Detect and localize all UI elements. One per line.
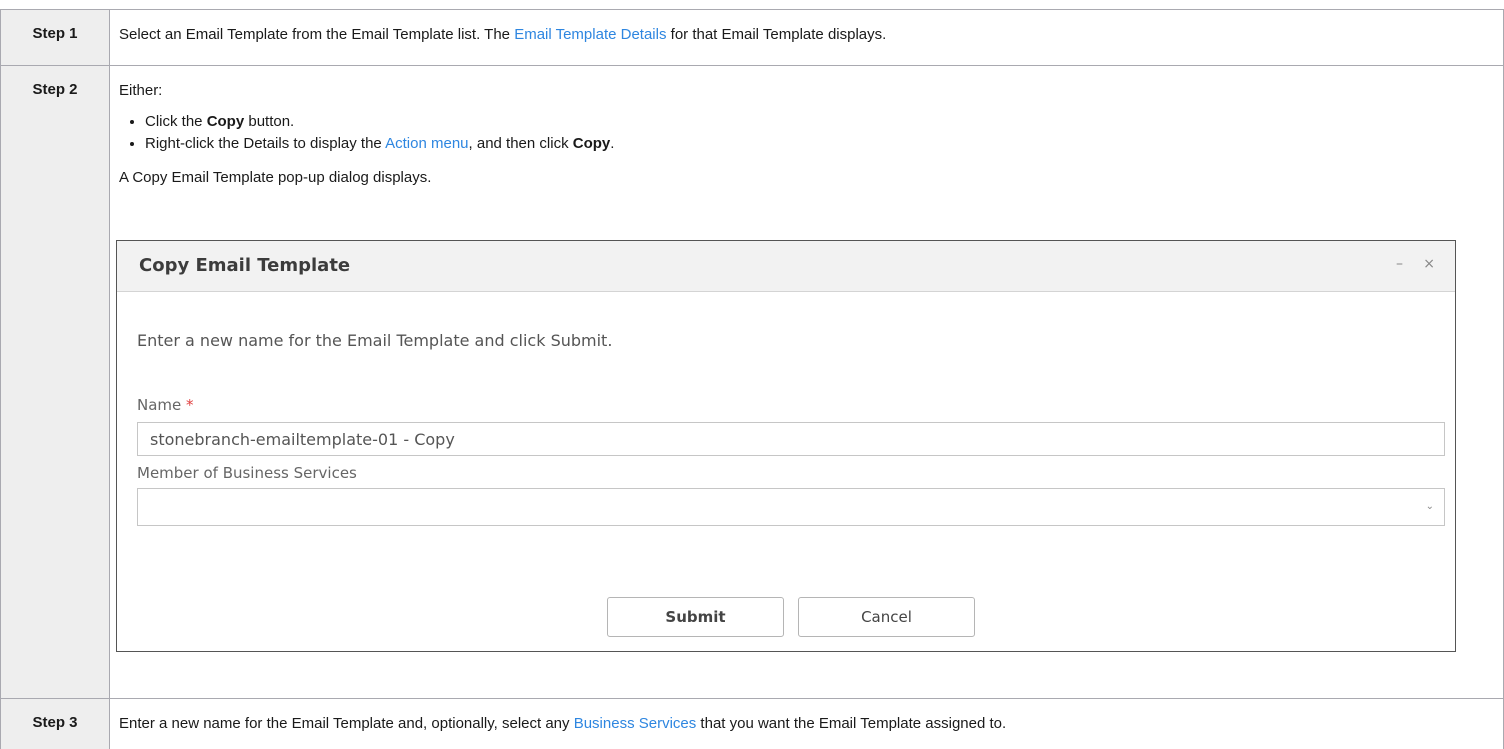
text: , and then click xyxy=(469,135,573,152)
list-item: Right-click the Details to display the A… xyxy=(145,134,1493,154)
label-text: Name xyxy=(137,396,181,414)
close-icon[interactable]: × xyxy=(1423,256,1435,272)
dialog-instruction: Enter a new name for the Email Template … xyxy=(137,331,612,350)
action-menu-link[interactable]: Action menu xyxy=(385,135,468,152)
submit-button[interactable]: Submit xyxy=(607,597,784,637)
list-item: Click the Copy button. xyxy=(145,112,1493,132)
copy-email-template-dialog: Copy Email Template – × Enter a new name… xyxy=(116,240,1456,652)
text: Right-click the Details to display the xyxy=(145,135,385,152)
text: Click the xyxy=(145,113,207,130)
step-content: Select an Email Template from the Email … xyxy=(110,10,1504,66)
required-mark: * xyxy=(186,396,194,414)
step-label: Step 2 xyxy=(1,66,110,699)
business-services-link[interactable]: Business Services xyxy=(574,715,697,732)
text: Enter a new name for the Email Template … xyxy=(119,715,574,732)
bold-text: Copy xyxy=(573,135,611,152)
text: button. xyxy=(244,113,294,130)
step-2-intro: Either: xyxy=(119,81,1493,101)
text: that you want the Email Template assigne… xyxy=(696,715,1006,732)
business-services-select[interactable]: ⌄ xyxy=(137,488,1445,526)
options-list: Click the Copy button. Right-click the D… xyxy=(119,112,1493,154)
bold-text: Copy xyxy=(207,113,245,130)
text: for that Email Template displays. xyxy=(666,26,886,43)
step-label: Step 1 xyxy=(1,10,110,66)
step-content: Enter a new name for the Email Template … xyxy=(110,699,1504,749)
business-services-label: Member of Business Services xyxy=(137,464,357,482)
dialog-title: Copy Email Template xyxy=(139,255,350,276)
dialog-header: Copy Email Template – × xyxy=(117,241,1455,292)
text: Select an Email Template from the Email … xyxy=(119,26,514,43)
cancel-button[interactable]: Cancel xyxy=(798,597,975,637)
name-field[interactable]: stonebranch-emailtemplate-01 - Copy xyxy=(137,422,1445,456)
step-3-text: Enter a new name for the Email Template … xyxy=(119,714,1493,734)
chevron-down-icon[interactable]: ⌄ xyxy=(1426,501,1434,512)
step-1-text: Select an Email Template from the Email … xyxy=(119,25,1493,45)
name-label: Name * xyxy=(137,396,194,414)
minimize-icon[interactable]: – xyxy=(1396,256,1403,272)
email-template-details-link[interactable]: Email Template Details xyxy=(514,26,666,43)
step-2-after-text: A Copy Email Template pop-up dialog disp… xyxy=(119,168,1493,188)
text: . xyxy=(610,135,614,152)
step-row-3: Step 3 Enter a new name for the Email Te… xyxy=(1,699,1504,749)
step-label: Step 3 xyxy=(1,699,110,749)
step-row-1: Step 1 Select an Email Template from the… xyxy=(1,10,1504,66)
